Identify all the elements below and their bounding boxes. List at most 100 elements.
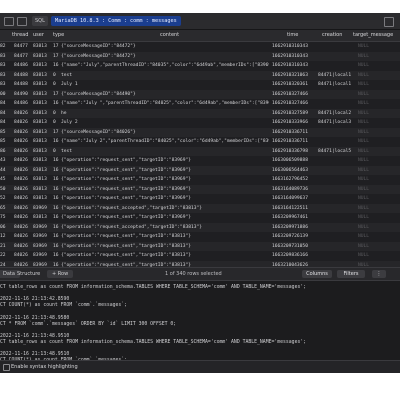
time-cell[interactable]: 1663006564463	[272, 166, 316, 176]
content-cell[interactable]: {"operation":"request_sent","targetID":"…	[61, 166, 269, 176]
table-row[interactable]: 65 84026 83969 16 {"operation":"request_acce…	[0, 203, 400, 214]
creation-cell[interactable]	[318, 99, 356, 109]
type-cell[interactable]: 83813	[33, 175, 53, 185]
row-id-cell[interactable]: 85	[0, 137, 13, 147]
column-header-user[interactable]: user	[33, 30, 53, 41]
kind-cell[interactable]: 17	[53, 90, 60, 100]
table-row[interactable]: 82 84477 83813 17 {"sourceMessageID":"84472"…	[0, 42, 400, 52]
time-cell[interactable]: 1663006509888	[272, 156, 316, 166]
target-cell[interactable]: NULL	[358, 251, 398, 261]
user-cell[interactable]: 84026	[14, 128, 33, 138]
time-cell[interactable]: 1663164089736	[272, 185, 316, 195]
target-cell[interactable]: NULL	[358, 52, 398, 62]
content-cell[interactable]: {"operation":"request_sent","targetID":"…	[61, 156, 269, 166]
time-cell[interactable]: 1662910310343	[272, 52, 316, 62]
syntax-highlighting-checkbox[interactable]	[3, 364, 10, 371]
more-button[interactable]: ⋮	[372, 270, 386, 278]
creation-cell[interactable]: 84471|local2	[318, 109, 356, 119]
content-cell[interactable]: {"operation":"request_sent","targetID":"…	[61, 251, 269, 261]
row-id-cell[interactable]: 84	[0, 109, 13, 119]
target-cell[interactable]: NULL	[358, 80, 398, 90]
type-cell[interactable]: 83969	[33, 242, 53, 252]
type-cell[interactable]: 83813	[33, 61, 53, 71]
kind-cell[interactable]: 16	[53, 175, 60, 185]
content-cell[interactable]: {"name":"July 2","parentThreadID":"84025…	[61, 137, 269, 147]
user-cell[interactable]: 84477	[14, 52, 33, 62]
target-cell[interactable]: NULL	[358, 156, 398, 166]
time-cell[interactable]: 1663164122511	[272, 204, 316, 214]
panel-icon[interactable]	[17, 17, 27, 26]
target-cell[interactable]: NULL	[358, 194, 398, 204]
content-cell[interactable]: test	[61, 147, 269, 157]
filters-button[interactable]: Filters	[337, 270, 365, 278]
content-cell[interactable]: July 1	[61, 80, 269, 90]
content-cell[interactable]: {"sourceMessageID":"84490"}	[61, 90, 269, 100]
user-cell[interactable]: 84026	[14, 232, 33, 242]
creation-cell[interactable]	[318, 42, 356, 52]
user-cell[interactable]: 84026	[14, 109, 33, 119]
user-cell[interactable]: 84026	[14, 251, 33, 261]
target-cell[interactable]: NULL	[358, 185, 398, 195]
kind-cell[interactable]: 16	[53, 213, 60, 223]
creation-cell[interactable]	[318, 52, 356, 62]
target-cell[interactable]: NULL	[358, 99, 398, 109]
user-cell[interactable]: 84026	[14, 147, 33, 157]
target-cell[interactable]: NULL	[358, 175, 398, 185]
kind-cell[interactable]: 17	[53, 52, 60, 62]
target-cell[interactable]: NULL	[358, 166, 398, 176]
kind-cell[interactable]: 16	[53, 251, 60, 261]
user-cell[interactable]: 84486	[14, 61, 33, 71]
row-id-cell[interactable]: 83	[0, 71, 13, 81]
type-cell[interactable]: 83813	[33, 194, 53, 204]
table-row[interactable]: 44 84026 83813 16 {"operation":"request_sent…	[0, 165, 400, 176]
table-row[interactable]: 83 84477 83813 17 {"sourceMessageID":"84472"…	[0, 51, 400, 62]
type-cell[interactable]: 83813	[33, 71, 53, 81]
layout-icon[interactable]	[384, 17, 394, 27]
time-cell[interactable]: 1663209731050	[272, 242, 316, 252]
user-cell[interactable]: 84026	[14, 156, 33, 166]
type-cell[interactable]: 83969	[33, 232, 53, 242]
row-id-cell[interactable]: 83	[0, 80, 13, 90]
content-cell[interactable]: {"operation":"request_sent","targetID":"…	[61, 242, 269, 252]
kind-cell[interactable]: 16	[53, 99, 60, 109]
content-cell[interactable]: {"operation":"request_sent","targetID":"…	[61, 175, 269, 185]
row-id-cell[interactable]: 12	[0, 232, 13, 242]
sidebar-toggle-icon[interactable]	[4, 17, 14, 26]
kind-cell[interactable]: 17	[53, 128, 60, 138]
time-cell[interactable]: 1663162796452	[272, 175, 316, 185]
table-row[interactable]: 45 84026 83813 16 {"operation":"request_sent…	[0, 175, 400, 185]
creation-cell[interactable]	[318, 251, 356, 261]
time-cell[interactable]: 1662910321063	[272, 71, 316, 81]
user-cell[interactable]: 84026	[14, 137, 33, 147]
time-cell[interactable]: 1663209967461	[272, 213, 316, 223]
user-cell[interactable]: 84488	[14, 80, 33, 90]
type-cell[interactable]: 83813	[33, 52, 53, 62]
time-cell[interactable]: 1662910336798	[272, 147, 316, 157]
type-cell[interactable]: 83813	[33, 185, 53, 195]
target-cell[interactable]: NULL	[358, 61, 398, 71]
row-id-cell[interactable]: 83	[0, 52, 13, 62]
type-cell[interactable]: 83813	[33, 128, 53, 138]
content-cell[interactable]: {"sourceMessageID":"84026"}	[61, 128, 269, 138]
row-id-cell[interactable]: 00	[0, 90, 13, 100]
creation-cell[interactable]	[318, 128, 356, 138]
creation-cell[interactable]	[318, 90, 356, 100]
content-cell[interactable]: {"name":"July ","parentThreadID":"84025"…	[61, 99, 269, 109]
creation-cell[interactable]	[318, 242, 356, 252]
creation-cell[interactable]: 84471|local5	[318, 147, 356, 157]
time-cell[interactable]: 1662910333966	[272, 118, 316, 128]
user-cell[interactable]: 84026	[14, 166, 33, 176]
time-cell[interactable]: 1663209971886	[272, 223, 316, 233]
user-cell[interactable]: 84026	[14, 223, 33, 233]
row-id-cell[interactable]: 06	[0, 223, 13, 233]
creation-cell[interactable]	[318, 232, 356, 242]
content-cell[interactable]: {"operation":"request_sent","targetID":"…	[61, 232, 269, 242]
user-cell[interactable]: 84026	[14, 118, 33, 128]
row-id-cell[interactable]: 84	[0, 99, 13, 109]
user-cell[interactable]: 84026	[14, 194, 33, 204]
type-cell[interactable]: 83813	[33, 42, 53, 52]
creation-cell[interactable]	[318, 185, 356, 195]
creation-cell[interactable]	[318, 175, 356, 185]
creation-cell[interactable]	[318, 204, 356, 214]
target-cell[interactable]: NULL	[358, 232, 398, 242]
